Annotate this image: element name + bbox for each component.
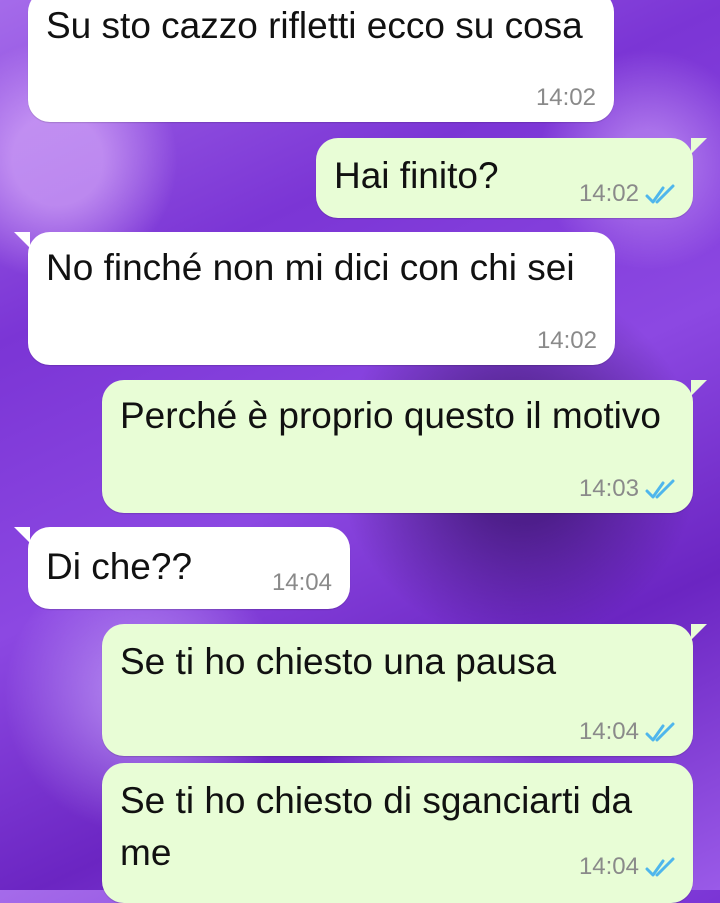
message-time: 14:03 bbox=[579, 477, 675, 501]
message-time: 14:04 bbox=[579, 720, 675, 744]
message-time: 14:02 bbox=[536, 86, 596, 110]
message-text: No finché non mi dici con chi sei bbox=[46, 247, 575, 288]
message-time-label: 14:02 bbox=[536, 327, 597, 354]
message-time-label: 14:04 bbox=[578, 718, 639, 745]
read-receipt-double-check-icon bbox=[645, 479, 675, 499]
message-time-label: 14:04 bbox=[271, 569, 332, 596]
message-bubble-outgoing[interactable]: Perché è proprio questo il motivo 14:03 bbox=[102, 380, 707, 513]
message-time: 14:02 bbox=[537, 329, 597, 353]
message-text: Hai finito? bbox=[334, 155, 499, 196]
message-text: Di che?? bbox=[46, 546, 193, 587]
read-receipt-double-check-icon bbox=[645, 184, 675, 204]
message-time-label: 14:02 bbox=[535, 84, 596, 111]
message-time-label: 14:02 bbox=[578, 180, 639, 207]
message-time: 14:04 bbox=[272, 571, 332, 595]
message-text: Se ti ho chiesto una pausa bbox=[120, 641, 557, 682]
message-time-label: 14:03 bbox=[578, 475, 639, 502]
read-receipt-double-check-icon bbox=[645, 857, 675, 877]
message-text: Perché è proprio questo il motivo bbox=[120, 395, 661, 436]
read-receipt-double-check-icon bbox=[645, 722, 675, 742]
message-time-label: 14:04 bbox=[578, 853, 639, 880]
message-time: 14:04 bbox=[579, 855, 675, 879]
message-bubble-incoming[interactable]: Di che?? 14:04 bbox=[14, 527, 350, 609]
message-bubble-outgoing[interactable]: Hai finito? 14:02 bbox=[316, 138, 707, 218]
message-text: Su sto cazzo rifletti ecco su cosa bbox=[46, 5, 583, 46]
message-bubble-outgoing[interactable]: Se ti ho chiesto una pausa 14:04 bbox=[102, 624, 707, 756]
message-bubble-incoming[interactable]: No finché non mi dici con chi sei 14:02 bbox=[14, 232, 615, 365]
message-bubble-incoming[interactable]: Su sto cazzo rifletti ecco su cosa 14:02 bbox=[28, 0, 614, 122]
message-time: 14:02 bbox=[579, 182, 675, 206]
message-bubble-outgoing[interactable]: Se ti ho chiesto di sganciarti da me 14:… bbox=[102, 763, 693, 903]
